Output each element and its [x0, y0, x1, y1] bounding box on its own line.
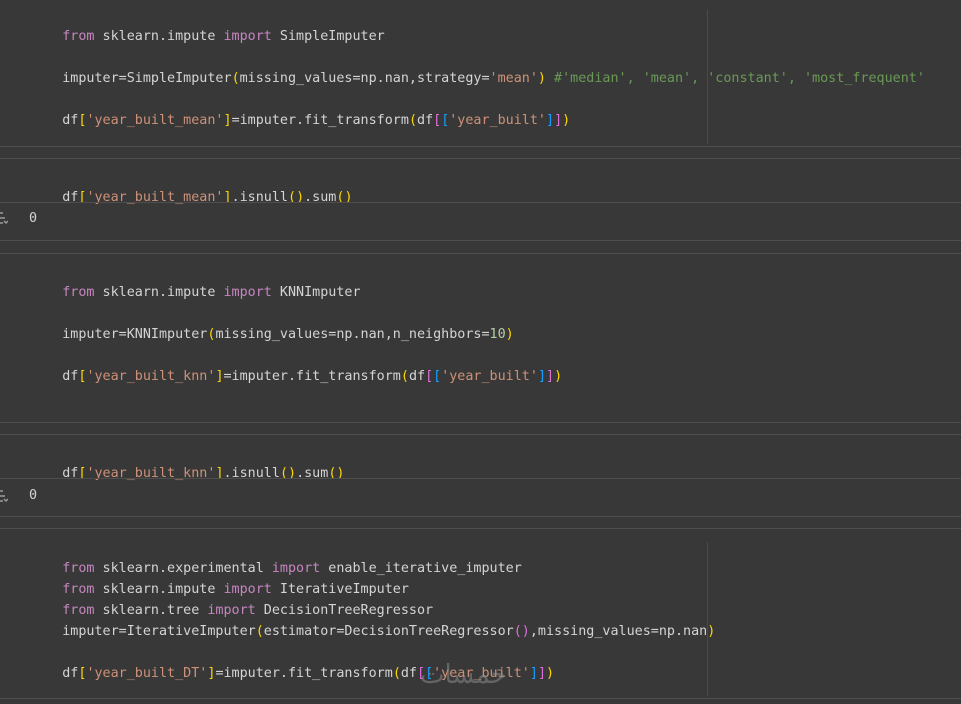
code-text: df	[400, 666, 417, 681]
cell-divider	[0, 434, 961, 435]
code-line[interactable]: df['year_built_mean'].isnull().sum()	[30, 171, 352, 225]
comment: #'median', 'mean', 'constant', 'most_fre…	[554, 71, 925, 86]
bracket: (	[392, 666, 401, 681]
code-text: sklearn.impute	[94, 29, 224, 44]
bracket: ]	[554, 113, 563, 128]
code-text: df	[62, 666, 79, 681]
code-text: df	[408, 369, 426, 384]
ruler-guide	[707, 10, 708, 144]
code-text: SimpleImputer	[271, 29, 385, 44]
output-toggle-icon[interactable]	[0, 489, 8, 503]
bracket: (	[255, 624, 264, 639]
cell-divider	[0, 158, 961, 159]
code-text: =imputer.fit_transform	[231, 113, 409, 128]
watermark-logo: خمسات	[420, 660, 507, 690]
bracket: )	[537, 71, 546, 86]
bracket: )	[505, 327, 514, 342]
string-literal: 'year_built'	[441, 369, 538, 384]
bracket: [	[433, 369, 442, 384]
output-divider	[0, 202, 961, 203]
code-text: imputer=SimpleImputer	[62, 71, 232, 86]
bracket: [	[425, 369, 434, 384]
keyword: from	[62, 29, 95, 44]
bracket: (	[513, 624, 522, 639]
code-text: KNNImputer	[271, 285, 361, 300]
string-literal: 'mean'	[489, 71, 538, 86]
code-text: estimator=DecisionTreeRegressor	[263, 624, 514, 639]
bracket: ]	[537, 666, 546, 681]
code-text: imputer=KNNImputer	[62, 327, 208, 342]
cell-divider	[0, 422, 961, 423]
code-text: ,missing_values=np.nan	[529, 624, 708, 639]
number-literal: 10	[489, 327, 506, 342]
code-text: missing_values=np.nan,strategy=	[239, 71, 490, 86]
code-text: df	[62, 369, 79, 384]
code-text: df	[417, 113, 434, 128]
bracket: )	[562, 113, 571, 128]
bracket: (	[408, 113, 417, 128]
bracket: (	[231, 71, 240, 86]
code-line[interactable]: df['year_built_knn']=imputer.fit_transfo…	[30, 350, 562, 404]
ruler-guide	[707, 542, 708, 696]
code-text: =imputer.fit_transform	[215, 666, 393, 681]
cell-divider	[0, 698, 961, 699]
bracket: )	[546, 666, 555, 681]
bracket: ]	[223, 113, 232, 128]
bracket: ]	[215, 369, 224, 384]
cell-divider	[0, 240, 961, 241]
bracket: )	[554, 369, 563, 384]
code-text: sklearn.impute	[94, 285, 224, 300]
output-value: 0	[29, 211, 38, 226]
bracket: (	[400, 369, 409, 384]
keyword: from	[62, 285, 95, 300]
output-value: 0	[29, 488, 38, 503]
cell-divider	[0, 516, 961, 517]
cell-divider	[0, 253, 961, 254]
bracket: ]	[529, 666, 538, 681]
bracket: )	[521, 624, 530, 639]
bracket: [	[433, 113, 442, 128]
output-toggle-icon[interactable]	[0, 211, 8, 225]
string-literal: 'year_built_DT'	[86, 666, 208, 681]
string-literal: 'year_built_knn'	[86, 369, 216, 384]
string-literal: 'year_built_mean'	[86, 113, 224, 128]
code-line[interactable]: df['year_built_mean']=imputer.fit_transf…	[30, 94, 570, 148]
bracket: )	[707, 624, 716, 639]
code-line[interactable]: df['year_built_knn'].isnull().sum()	[30, 447, 344, 501]
bracket: ]	[546, 113, 555, 128]
cell-divider	[0, 146, 961, 147]
code-text: missing_values=np.nan,n_neighbors=	[215, 327, 490, 342]
code-text: df	[62, 113, 79, 128]
bracket: ]	[546, 369, 555, 384]
output-divider	[0, 478, 961, 479]
keyword: import	[223, 285, 272, 300]
bracket: ]	[537, 369, 546, 384]
string-literal: 'year_built'	[449, 113, 546, 128]
code-text: =imputer.fit_transform	[223, 369, 401, 384]
cell-divider	[0, 528, 961, 529]
code-text: imputer=IterativeImputer	[62, 624, 256, 639]
keyword: import	[223, 29, 272, 44]
